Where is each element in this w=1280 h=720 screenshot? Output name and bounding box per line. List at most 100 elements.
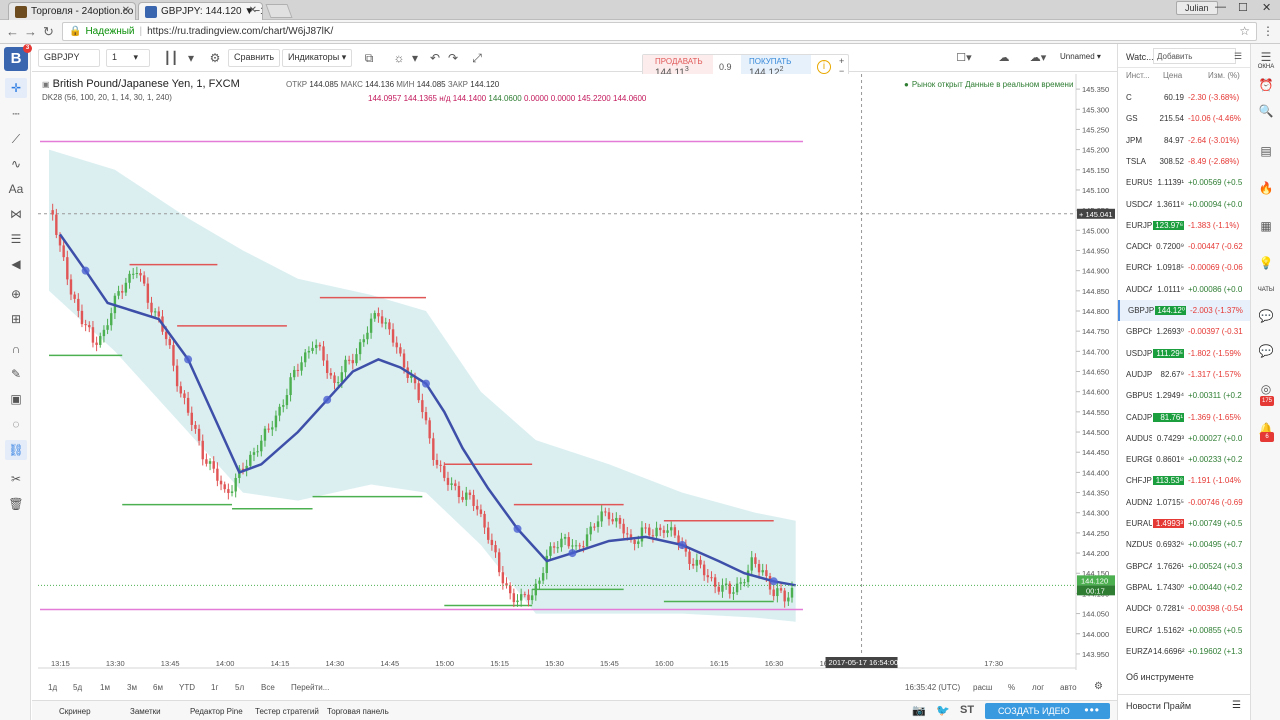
redo-icon[interactable]: ↷	[444, 49, 462, 67]
watchlist-row[interactable]: AUDCA 1.0111⁹ +0.00086 (+0.0	[1118, 279, 1251, 300]
hotlist-icon[interactable]: 🔥	[1257, 181, 1275, 195]
twitter-icon[interactable]: 🐦	[936, 704, 950, 717]
back-arrow-icon[interactable]: ◀	[5, 254, 27, 274]
scale-auto-button[interactable]: авто	[1060, 683, 1077, 692]
compare-button[interactable]: Сравнить	[228, 49, 281, 67]
tradingview-logo[interactable]: B3	[4, 44, 32, 71]
watchlist-row[interactable]: AUDJP 82.67⁹ -1.317 (-1.57%	[1118, 364, 1251, 385]
watchlist-row[interactable]: GBPCH 1.2693⁰ -0.00397 (-0.31	[1118, 321, 1251, 342]
star-icon[interactable]: ☆	[1239, 24, 1250, 38]
tab-trading-panel[interactable]: Торговая панель	[327, 707, 389, 716]
reload-icon[interactable]: ↻	[43, 24, 54, 40]
trend-line-icon[interactable]: ⟋	[5, 129, 27, 149]
forward-icon[interactable]: →	[24, 24, 37, 39]
indicators-button[interactable]: Индикаторы ▾	[282, 49, 353, 67]
watchlist-row[interactable]: AUDNZ 1.0715⁵ -0.00746 (-0.69	[1118, 492, 1251, 513]
menu-icon[interactable]: ☰	[1234, 51, 1242, 62]
watchlist-row[interactable]: GS 215.54 -10.06 (-4.46%	[1118, 108, 1251, 129]
tab-screener[interactable]: Скринер	[59, 707, 91, 716]
lock-icon[interactable]: ▣	[5, 389, 27, 409]
column-change[interactable]: Изм. (%)	[1208, 71, 1240, 80]
info-icon[interactable]: i	[817, 60, 831, 74]
watchlist-row[interactable]: EURCA 1.5162² +0.00855 (+0.5	[1118, 620, 1251, 641]
minimize-icon[interactable]: —	[1215, 1, 1226, 13]
scale-log-button[interactable]: лог	[1032, 683, 1044, 692]
tab-notes[interactable]: Заметки	[130, 707, 161, 716]
watchlist-row[interactable]: EURCH 1.0918⁵ -0.00069 (-0.06	[1118, 257, 1251, 278]
scale-fit-button[interactable]: расш	[973, 683, 992, 692]
eye-icon[interactable]: ◌	[5, 414, 27, 434]
fullscreen-icon[interactable]: ⤢	[468, 49, 486, 67]
chevron-down-icon[interactable]: ▾	[406, 49, 424, 67]
watchlist-row[interactable]: CADCH 0.7200⁹ -0.00447 (-0.62	[1118, 236, 1251, 257]
profile-button[interactable]: Julian	[1176, 1, 1218, 15]
cloud-icon[interactable]: ☁	[995, 49, 1013, 67]
range-5y[interactable]: 5л	[235, 683, 244, 692]
watchlist-row[interactable]: GBPUS 1.2949⁴ +0.00311 (+0.2	[1118, 385, 1251, 406]
watchlist-row[interactable]: JPM 84.97 -2.64 (-3.01%)	[1118, 130, 1251, 151]
close-icon[interactable]: ✕	[122, 5, 130, 16]
alerts-icon[interactable]: ⏰	[1257, 78, 1275, 92]
add-symbol-input[interactable]: Добавить	[1153, 48, 1236, 64]
chat-icon[interactable]: 💬	[1257, 309, 1275, 323]
url-input[interactable]: 🔒 Надежный | https://ru.tradingview.com/cha…	[62, 22, 1257, 41]
browser-menu-icon[interactable]: ⋮	[1262, 24, 1274, 38]
private-chat-icon[interactable]: 💬	[1257, 344, 1275, 358]
maximize-icon[interactable]: ☐	[1238, 1, 1248, 14]
range-3m[interactable]: 3м	[127, 683, 137, 692]
ideas-icon[interactable]: 💡	[1257, 256, 1275, 270]
goto-date-button[interactable]: Перейти...	[291, 683, 329, 692]
watchlist-row[interactable]: EURJP 123.97⁶ -1.383 (-1.1%)	[1118, 215, 1251, 236]
watchlist-row[interactable]: GBPJP 144.12⁰ -2.003 (-1.37%	[1118, 300, 1251, 321]
news-icon[interactable]: ▤	[1257, 144, 1275, 158]
range-6m[interactable]: 6м	[153, 683, 163, 692]
range-all[interactable]: Все	[261, 683, 275, 692]
watchlist-row[interactable]: CADJP 81.76¹ -1.369 (-1.65%	[1118, 407, 1251, 428]
pencil-lock-icon[interactable]: ✎	[5, 364, 27, 384]
trash-icon[interactable]: 🗑	[5, 494, 27, 514]
symbol-details-header[interactable]: Об инструменте	[1126, 672, 1194, 682]
tab-strategy-tester[interactable]: Тестер стратегий	[255, 707, 319, 716]
undo-icon[interactable]: ↶	[426, 49, 444, 67]
fib-icon[interactable]: ☰	[5, 229, 27, 249]
watchlist-row[interactable]: NZDUS 0.6932⁶ +0.00495 (+0.7	[1118, 534, 1251, 555]
browser-tab-24option[interactable]: Торговля - 24option.co ✕	[8, 2, 136, 20]
pattern-icon[interactable]: ⋈	[5, 204, 27, 224]
create-idea-button[interactable]: СОЗДАТЬ ИДЕЮ •••	[985, 703, 1110, 719]
watchlist-row[interactable]: USDJP 111.29⁵ -1.802 (-1.59%	[1118, 343, 1251, 364]
data-window-icon[interactable]: 🔍	[1257, 104, 1275, 118]
watchlist-row[interactable]: EURZA 14.6696² +0.19602 (+1.3	[1118, 641, 1251, 662]
close-icon[interactable]: ✕	[249, 5, 257, 16]
plus-minus-icon[interactable]: + −	[839, 56, 844, 76]
new-tab-button[interactable]	[265, 4, 293, 18]
watchlist-row[interactable]: GBPCA 1.7626¹ +0.00524 (+0.3	[1118, 556, 1251, 577]
stocktwits-icon[interactable]: ST	[960, 704, 974, 716]
watchlist-row[interactable]: EURAU 1.4993³ +0.00749 (+0.5	[1118, 513, 1251, 534]
indicator-legend[interactable]: DK28 (56, 100, 20, 1, 14, 30, 1, 240)	[42, 93, 172, 102]
link-icon[interactable]: ⛓	[5, 440, 27, 460]
watchlist-row[interactable]: CHFJP 113.53⁸ -1.191 (-1.04%	[1118, 470, 1251, 491]
zoom-icon[interactable]: ⊕	[5, 284, 27, 304]
news-prime-header[interactable]: Новости Прайм ☰	[1118, 694, 1251, 716]
watchlist-row[interactable]: EURUS 1.1139¹ +0.00569 (+0.5	[1118, 172, 1251, 193]
range-1d[interactable]: 1д	[48, 683, 57, 692]
watchlist-row[interactable]: EURGE 0.8601⁸ +0.00233 (+0.2	[1118, 449, 1251, 470]
watchlist-row[interactable]: AUDCH 0.7281⁶ -0.00398 (-0.54	[1118, 598, 1251, 619]
column-symbol[interactable]: Инст...	[1126, 71, 1150, 80]
magnet-icon[interactable]: ∩	[5, 339, 27, 359]
watchlist-row[interactable]: AUDUS 0.7429³ +0.00027 (+0.0	[1118, 428, 1251, 449]
camera-icon[interactable]: 📷	[912, 704, 926, 717]
line-dash-icon[interactable]: ┄	[5, 104, 27, 124]
chevron-down-icon[interactable]: ▾	[182, 49, 200, 67]
watchlist-title[interactable]: Watc...	[1126, 52, 1154, 62]
remove-drawing-icon[interactable]: ✂	[5, 469, 27, 489]
back-icon[interactable]: ←	[6, 24, 19, 39]
watchlist-row[interactable]: C 60.19 -2.30 (-3.68%)	[1118, 87, 1251, 108]
gear-icon[interactable]: ⚙	[1094, 681, 1103, 692]
tab-pine-editor[interactable]: Редактор Pine	[190, 707, 243, 716]
layout-name-button[interactable]: Unnamed ▾	[1056, 49, 1105, 67]
curve-icon[interactable]: ∿	[5, 154, 27, 174]
chart-area[interactable]: 145.350 145.300 145.250 145.200 145.150 145.1…	[38, 74, 1116, 670]
watchlist-icon[interactable]: ☰	[1257, 50, 1275, 64]
scale-percent-button[interactable]: %	[1008, 683, 1015, 692]
